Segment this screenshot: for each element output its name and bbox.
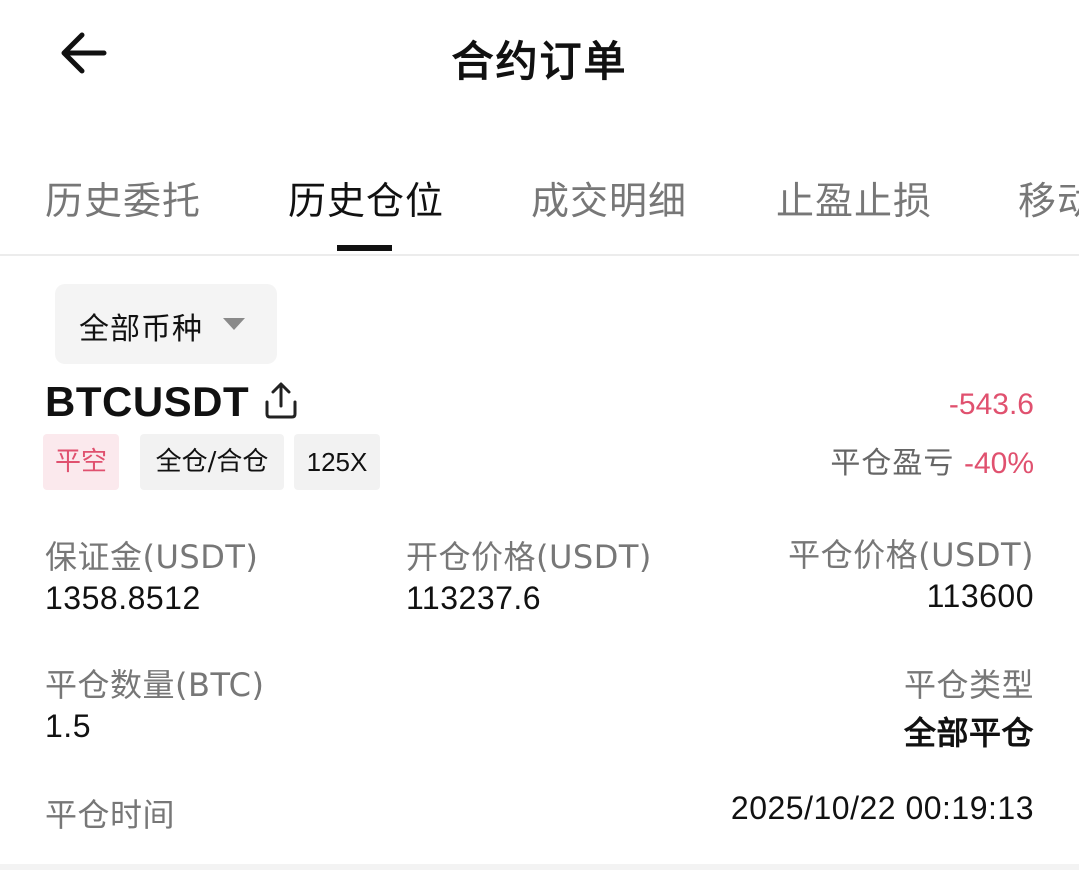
- caret-down-icon: [223, 318, 245, 330]
- close-time-value: 2025/10/22 00:19:13: [730, 790, 1034, 826]
- coin-filter-dropdown[interactable]: 全部币种: [55, 284, 277, 364]
- close-type-value: 全部平仓: [903, 714, 1034, 752]
- close-qty-value: 1.5: [45, 708, 91, 744]
- pnl-rate-value: -40%: [963, 447, 1034, 480]
- close-price-value: 113600: [926, 578, 1034, 614]
- header: 合约订单: [0, 0, 1079, 110]
- leverage-tag: 125X: [294, 434, 380, 490]
- margin-label: 保证金(USDT): [45, 538, 259, 576]
- close-type-label: 平仓类型: [903, 666, 1034, 704]
- tab-position-history[interactable]: 历史仓位: [288, 170, 444, 225]
- symbol-name: BTCUSDT: [45, 378, 250, 425]
- share-icon[interactable]: [260, 380, 302, 422]
- contract-orders-screen: 合约订单 历史委托 历史仓位 成交明细 止盈止损 移动 全部币种 BTCUSDT…: [0, 0, 1079, 892]
- margin-mode-tag: 全仓/合仓: [140, 434, 284, 490]
- tab-tp-sl[interactable]: 止盈止损: [776, 170, 932, 225]
- page-title: 合约订单: [451, 37, 628, 86]
- close-qty-label: 平仓数量(BTC): [45, 666, 265, 704]
- close-time-label: 平仓时间: [45, 796, 176, 834]
- tab-order-history[interactable]: 历史委托: [45, 170, 201, 225]
- open-price-label: 开仓价格(USDT): [406, 538, 652, 576]
- active-tab-indicator: [337, 245, 392, 251]
- card-divider: [0, 864, 1079, 870]
- pnl-rate-label: 平仓盈亏: [830, 446, 955, 481]
- tab-bar: 历史委托 历史仓位 成交明细 止盈止损 移动: [0, 148, 1079, 256]
- margin-value: 1358.8512: [45, 580, 201, 616]
- side-tag: 平空: [43, 434, 119, 490]
- coin-filter-label: 全部币种: [79, 312, 203, 347]
- open-price-value: 113237.6: [406, 580, 542, 616]
- tab-trailing[interactable]: 移动: [1018, 170, 1079, 225]
- pnl-rate-row: 平仓盈亏 -40%: [830, 438, 1034, 482]
- pnl-value: -543.6: [948, 388, 1034, 421]
- tab-trade-details[interactable]: 成交明细: [531, 170, 687, 225]
- close-price-label: 平仓价格(USDT): [788, 536, 1034, 574]
